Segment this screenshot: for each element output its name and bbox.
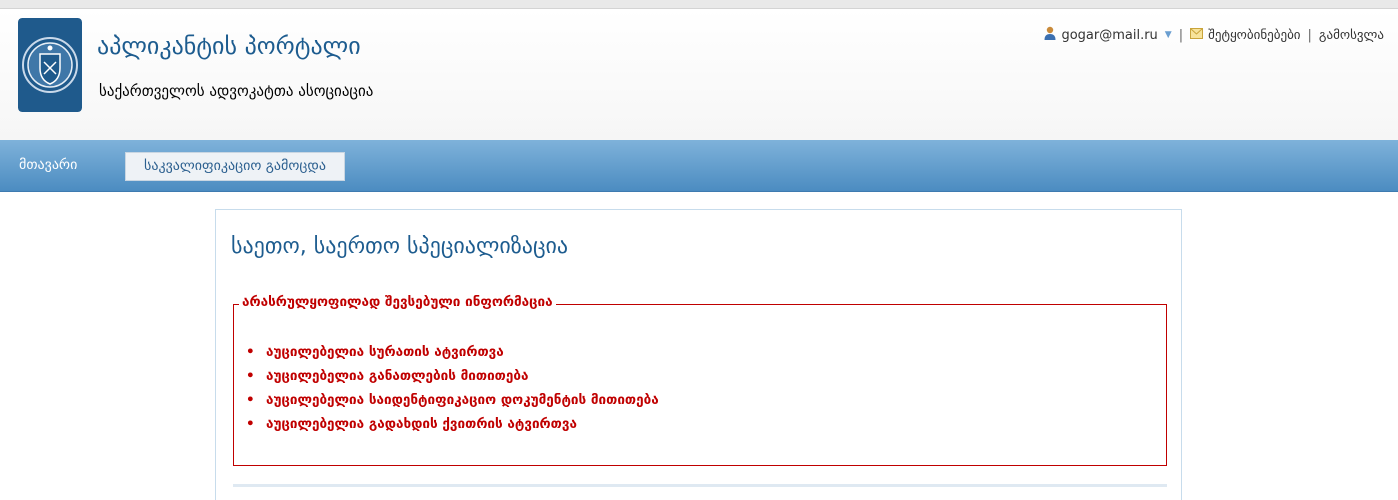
separator: | <box>1307 27 1312 43</box>
warning-text: აუცილებელია სურათის ატვირთვა <box>266 344 504 360</box>
list-item: • აუცილებელია გადახდის ქვითრის ატვირთვა <box>246 412 659 436</box>
incomplete-info-legend: არასრულყოფილად შევსებული ინფორმაცია <box>239 294 556 310</box>
user-icon <box>1044 26 1056 44</box>
nav-home[interactable]: მთავარი <box>19 152 77 179</box>
association-subtitle: საქართველოს ადვოკატთა ასოციაცია <box>99 82 374 100</box>
separator: | <box>1178 27 1184 43</box>
main-nav: მთავარი საკვალიფიკაციო გამოცდა <box>0 140 1398 192</box>
association-logo <box>18 18 82 112</box>
seal-icon <box>18 18 82 112</box>
bullet-icon: • <box>246 344 255 360</box>
warning-list: • აუცილებელია სურათის ატვირთვა • აუცილებელ… <box>246 340 659 436</box>
messages-link[interactable]: შეტყობინებები <box>1208 28 1300 43</box>
portal-title: აპლიკანტის პორტალი <box>97 32 361 60</box>
user-bar: gogar@mail.ru ▼ | შეტყობინებები | გამოსვ… <box>1044 26 1384 44</box>
bullet-icon: • <box>246 392 255 408</box>
bullet-icon: • <box>246 416 255 432</box>
warning-text: აუცილებელია განათლების მითითება <box>266 368 529 384</box>
list-item: • აუცილებელია საიდენტიფიკაციო დოკუმენტის … <box>246 388 659 412</box>
user-email[interactable]: gogar@mail.ru <box>1061 28 1157 43</box>
nav-qualification-exam[interactable]: საკვალიფიკაციო გამოცდა <box>125 152 345 181</box>
logout-link[interactable]: გამოსვლა <box>1319 28 1384 43</box>
bullet-icon: • <box>246 368 255 384</box>
list-item: • აუცილებელია სურათის ატვირთვა <box>246 340 659 364</box>
panel-title: საეთო, საერთო სპეციალიზაცია <box>231 234 569 259</box>
caret-down-icon[interactable]: ▼ <box>1165 30 1172 40</box>
top-strip <box>0 0 1398 9</box>
warning-text: აუცილებელია საიდენტიფიკაციო დოკუმენტის მ… <box>266 392 659 408</box>
envelope-icon[interactable] <box>1190 27 1204 43</box>
warning-text: აუცილებელია გადახდის ქვითრის ატვირთვა <box>266 416 577 432</box>
list-item: • აუცილებელია განათლების მითითება <box>246 364 659 388</box>
